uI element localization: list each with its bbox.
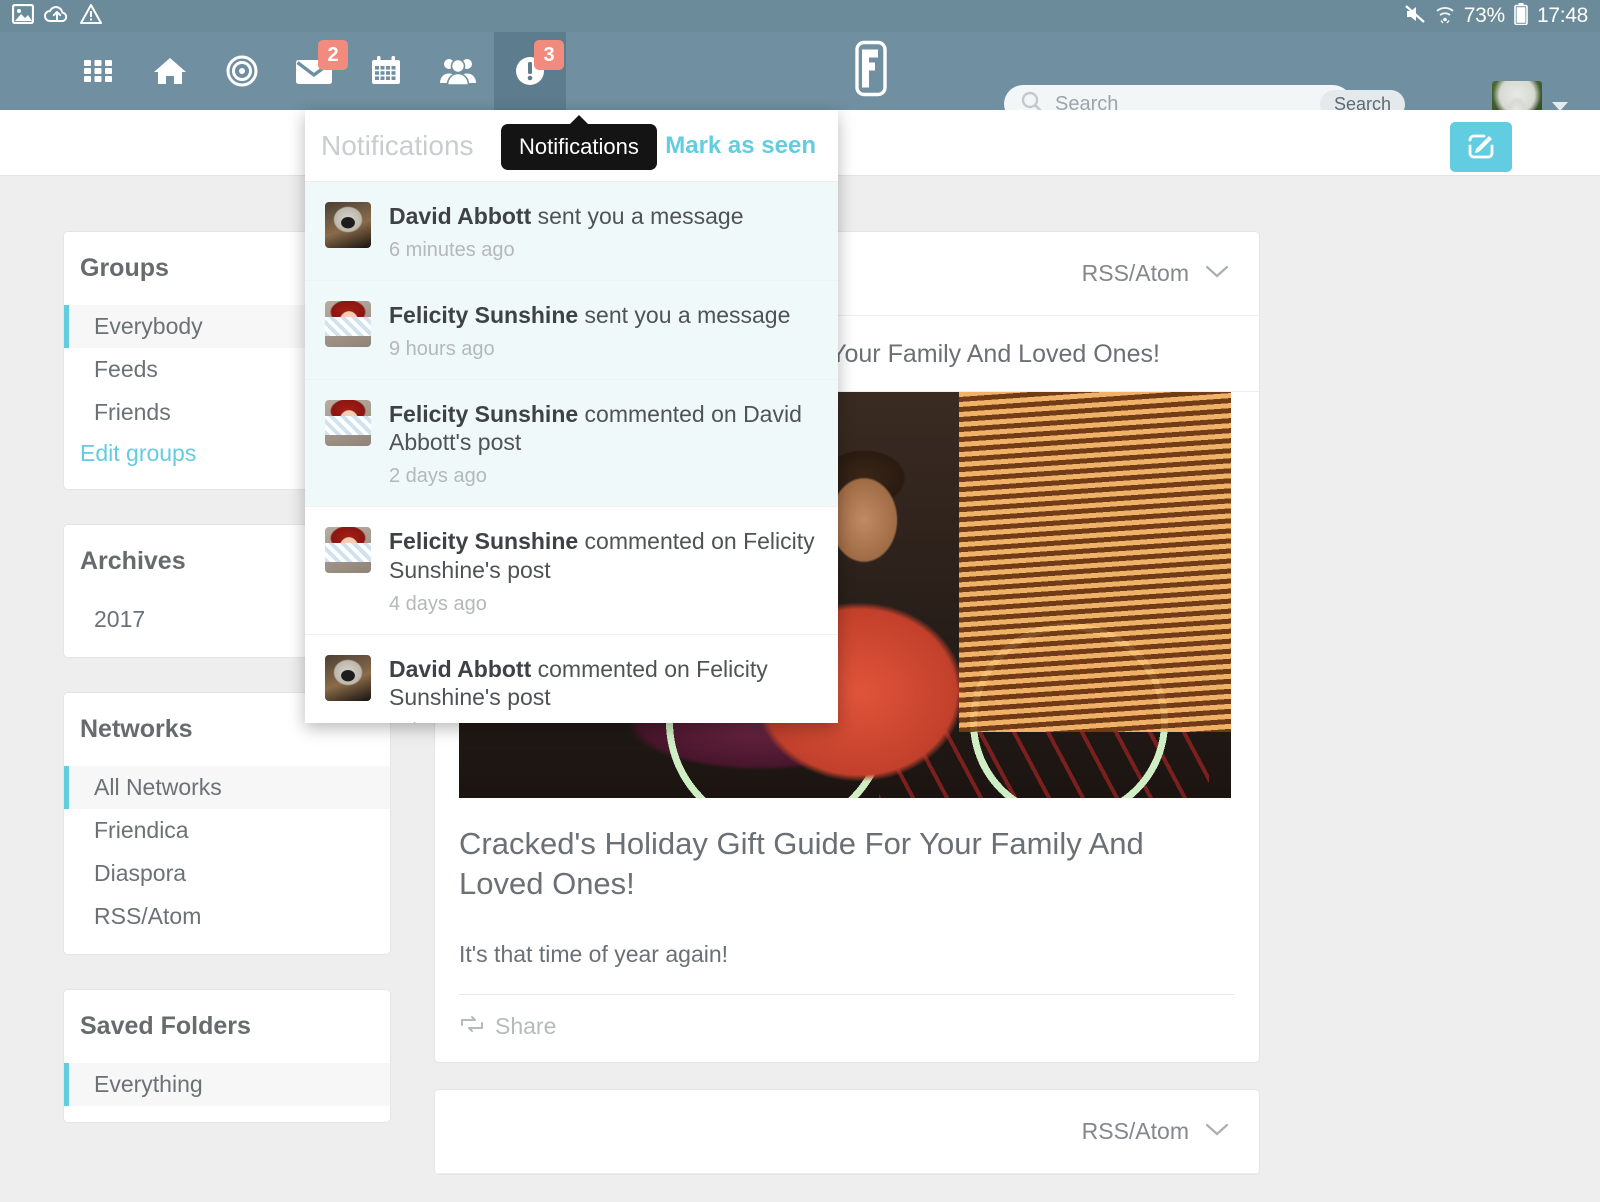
top-navigation-bar: 2	[0, 32, 1600, 110]
clock-label: 17:48	[1537, 4, 1588, 28]
calendar-icon	[369, 54, 403, 88]
compose-button[interactable]	[1450, 122, 1512, 172]
avatar	[325, 202, 371, 248]
notification-action: sent you a message	[578, 302, 790, 328]
notification-actor: Felicity Sunshine	[389, 302, 578, 328]
notification-timestamp: 9 hours ago	[389, 338, 820, 361]
nav-home[interactable]	[134, 32, 206, 110]
android-status-bar: 73% 17:48	[0, 0, 1600, 32]
nav-messages[interactable]: 2	[278, 32, 350, 110]
avatar	[325, 400, 371, 446]
battery-percent-label: 73%	[1464, 4, 1505, 28]
notification-actor: Felicity Sunshine	[389, 528, 578, 554]
target-icon	[225, 54, 259, 88]
nav-apps-grid[interactable]	[62, 32, 134, 110]
notification-timestamp: 4 days ago	[389, 593, 820, 616]
warning-icon	[80, 4, 102, 29]
sidebar-item-friendica[interactable]: Friendica	[64, 809, 390, 852]
notification-item[interactable]: Felicity Sunshine commented on David Abb…	[305, 380, 838, 508]
notification-text: David Abbott commented on Felicity Sunsh…	[389, 655, 820, 724]
notification-item[interactable]: David Abbott commented on Felicity Sunsh…	[305, 635, 838, 724]
notification-message: Felicity Sunshine sent you a message	[389, 301, 820, 330]
post-text: It's that time of year again!	[435, 903, 1259, 968]
notification-actor: David Abbott	[389, 656, 531, 682]
post-title[interactable]: Cracked's Holiday Gift Guide For Your Fa…	[435, 798, 1259, 903]
nav-contacts[interactable]	[422, 32, 494, 110]
notification-message: Felicity Sunshine commented on David Abb…	[389, 400, 820, 458]
post-card: RSS/Atom	[435, 1090, 1259, 1174]
cloud-upload-icon	[44, 4, 70, 29]
notifications-tooltip: Notifications	[501, 124, 657, 170]
avatar	[325, 301, 371, 347]
sidebar-item-all-networks[interactable]: All Networks	[64, 766, 390, 809]
mute-icon	[1404, 4, 1426, 29]
notification-text: Felicity Sunshine sent you a message 9 h…	[389, 301, 820, 361]
notifications-badge: 3	[534, 40, 564, 70]
status-left-icons	[12, 4, 102, 29]
chevron-down-icon[interactable]	[1205, 264, 1229, 283]
notification-text: Felicity Sunshine commented on Felicity …	[389, 527, 820, 616]
home-icon	[151, 54, 189, 88]
post-header: RSS/Atom	[435, 1090, 1259, 1174]
notification-timestamp: 6 minutes ago	[389, 239, 820, 262]
avatar	[325, 527, 371, 573]
notification-message: Felicity Sunshine commented on Felicity …	[389, 527, 820, 585]
notifications-dropdown: Notifications Mark as seen David Abbott …	[305, 110, 838, 723]
nav-notifications[interactable]: 3	[494, 32, 566, 110]
nav-network[interactable]	[206, 32, 278, 110]
chevron-down-icon[interactable]	[1205, 1122, 1229, 1141]
post-action-bar: Share	[435, 995, 1259, 1062]
mark-as-seen-button[interactable]: Mark as seen	[665, 132, 816, 160]
retweet-icon	[459, 1014, 485, 1039]
contacts-icon	[438, 55, 478, 87]
notification-action: sent you a message	[531, 203, 743, 229]
notification-item[interactable]: Felicity Sunshine commented on Felicity …	[305, 507, 838, 635]
notification-message: David Abbott commented on Felicity Sunsh…	[389, 655, 820, 713]
wifi-icon	[1435, 4, 1455, 29]
notification-timestamp: 2 days ago	[389, 465, 820, 488]
nav-events[interactable]	[350, 32, 422, 110]
notification-text: Felicity Sunshine commented on David Abb…	[389, 400, 820, 489]
share-button[interactable]: Share	[495, 1013, 556, 1040]
notification-item[interactable]: David Abbott sent you a message 6 minute…	[305, 182, 838, 281]
apps-grid-icon	[81, 54, 115, 88]
mail-badge: 2	[318, 40, 348, 70]
sidebar-item-rss-atom[interactable]: RSS/Atom	[64, 895, 390, 938]
networks-panel: Networks All Networks Friendica Diaspora…	[64, 693, 390, 954]
notification-message: David Abbott sent you a message	[389, 202, 820, 231]
compose-pencil-icon	[1465, 130, 1497, 165]
post-source-label: RSS/Atom	[1082, 260, 1189, 287]
notification-item[interactable]: Felicity Sunshine sent you a message 9 h…	[305, 281, 838, 380]
notification-actor: David Abbott	[389, 203, 531, 229]
notification-timestamp: 4 days ago	[389, 720, 820, 723]
sidebar-item-everything[interactable]: Everything	[64, 1063, 390, 1106]
notification-actor: Felicity Sunshine	[389, 401, 578, 427]
notifications-title: Notifications	[321, 130, 474, 162]
saved-folders-panel: Saved Folders Everything	[64, 990, 390, 1122]
friendica-logo[interactable]	[848, 41, 894, 102]
image-icon	[12, 4, 34, 29]
notification-text: David Abbott sent you a message 6 minute…	[389, 202, 820, 262]
nav-icon-group: 2	[62, 32, 566, 110]
status-right-group: 73% 17:48	[1404, 3, 1588, 30]
sidebar-item-diaspora[interactable]: Diaspora	[64, 852, 390, 895]
saved-folders-title: Saved Folders	[64, 1012, 390, 1041]
avatar	[325, 655, 371, 701]
battery-icon	[1514, 3, 1528, 30]
post-source-label: RSS/Atom	[1082, 1118, 1189, 1145]
